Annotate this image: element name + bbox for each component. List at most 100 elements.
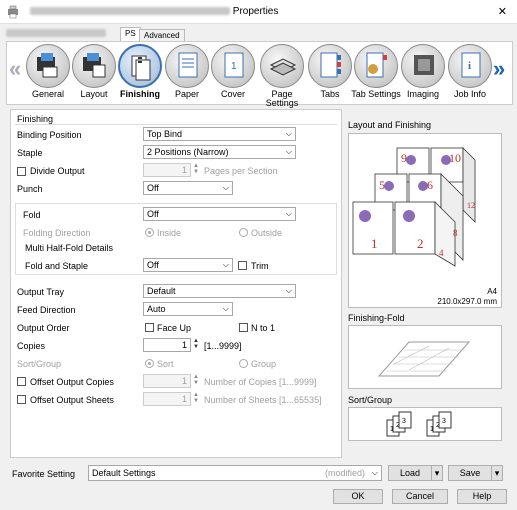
offset-copies-spinner[interactable]: 1 [143, 374, 191, 388]
chevron-down-icon: ⌵ [222, 183, 229, 192]
chevron-down-icon: ⌵ [285, 129, 292, 138]
punch-select[interactable]: Off ⌵ [143, 181, 233, 195]
inside-radio[interactable] [145, 228, 154, 237]
cover-icon: 1 [224, 52, 244, 78]
layout-icon [83, 53, 106, 78]
trim-checkbox[interactable] [238, 261, 247, 270]
save-dropdown-icon[interactable]: ▾ [491, 465, 503, 481]
cancel-button[interactable]: Cancel [392, 489, 448, 504]
toolbar-tabs[interactable]: Tabs [305, 44, 355, 104]
fold-select[interactable]: Off ⌵ [143, 207, 296, 221]
spinner-arrows-icon[interactable]: ▲ ▼ [192, 338, 200, 352]
favorite-setting-label: Favorite Setting [12, 469, 76, 479]
offset-copies-label: Offset Output Copies [30, 377, 114, 387]
toolbar-label: Tab Settings [351, 89, 401, 99]
load-dropdown-icon[interactable]: ▾ [431, 465, 443, 481]
tab-ps[interactable]: PS [120, 27, 141, 41]
punch-label: Punch [17, 184, 43, 194]
sort-page-number: 3 [402, 418, 406, 425]
toolbar-tab-settings[interactable]: Tab Settings [351, 44, 401, 104]
toolbar-layout[interactable]: Layout [69, 44, 119, 104]
close-button[interactable]: ✕ [498, 5, 507, 18]
toolbar-label: Job Info [453, 89, 487, 99]
sort-preview: 1 2 3 1 2 3 [348, 407, 502, 441]
sort-preview-image: 1 2 3 1 2 3 [386, 411, 452, 437]
feed-direction-label: Feed Direction [17, 305, 76, 315]
paper-dimensions: 210.0x297.0 mm [437, 297, 497, 306]
tab-printer-name[interactable] [6, 27, 116, 41]
paper-size: A4 [487, 287, 497, 296]
toolbar-label: Layout [80, 89, 108, 99]
load-button[interactable]: Load [388, 465, 432, 481]
page-number: 6 [427, 178, 433, 192]
chevron-down-icon: ⌵ [285, 286, 292, 295]
sort-radio[interactable] [145, 359, 154, 368]
toolbar-label: Paper [174, 89, 200, 99]
divide-output-checkbox[interactable] [17, 167, 26, 176]
toolbar-page-settings[interactable]: Page Settings [254, 44, 310, 108]
binding-position-select[interactable]: Top Bind ⌵ [143, 127, 296, 141]
face-up-checkbox[interactable] [145, 323, 154, 332]
general-icon [37, 53, 58, 78]
offset-sheets-spinner[interactable]: 1 [143, 392, 191, 406]
offset-sheets-checkbox[interactable] [17, 395, 26, 404]
save-button[interactable]: Save [448, 465, 492, 481]
page-number: 1 [371, 236, 378, 251]
finishing-panel: Finishing Binding Position Top Bind ⌵ Sta… [10, 109, 342, 458]
toolbar-finishing[interactable]: Finishing [115, 44, 165, 104]
layout-preview: 9 10 5 6 1 2 12 8 4 A4 210.0x297.0 mm [348, 133, 502, 308]
copies-spinner[interactable]: 1 [143, 338, 191, 352]
page-number: 5 [379, 178, 385, 192]
toolbar-job-info[interactable]: i Job Info [445, 44, 495, 104]
offset-copies-checkbox[interactable] [17, 377, 26, 386]
printer-name-redacted [30, 7, 230, 16]
help-button[interactable]: Help [457, 489, 507, 504]
tab-advanced[interactable]: Advanced [139, 29, 185, 41]
tab-settings-icon [366, 52, 387, 78]
printer-icon [8, 5, 18, 19]
fold-and-staple-select[interactable]: Off ⌵ [143, 258, 233, 272]
sort-page-number: 3 [442, 418, 446, 425]
divide-output-label: Divide Output [30, 166, 85, 176]
fold-and-staple-label: Fold and Staple [25, 261, 89, 271]
output-tray-label: Output Tray [17, 287, 65, 297]
finishing-icon [131, 55, 151, 81]
toolbar-cover[interactable]: 1 Cover [208, 44, 258, 104]
ok-button[interactable]: OK [333, 489, 383, 504]
toolbar-paper[interactable]: Paper [162, 44, 212, 104]
staple-label: Staple [17, 148, 43, 158]
group-radio[interactable] [239, 359, 248, 368]
toolbar-general[interactable]: General [23, 44, 73, 104]
window-title: Properties [232, 6, 279, 17]
toolbar-imaging[interactable]: Imaging [398, 44, 448, 104]
layout-preview-title: Layout and Finishing [348, 120, 432, 130]
copies-range: [1...9999] [204, 341, 242, 351]
toolbar-label: Imaging [406, 89, 440, 99]
divide-output-spinner[interactable]: 1 [143, 163, 191, 177]
favorite-setting-select[interactable]: Default Settings (modified) ⌵ [88, 465, 382, 481]
fold-preview [348, 325, 502, 389]
staple-select[interactable]: 2 Positions (Narrow) ⌵ [143, 145, 296, 159]
spinner-arrows-icon[interactable]: ▲ ▼ [192, 392, 200, 406]
sort-label: Sort [157, 359, 174, 369]
page-number: 4 [439, 248, 444, 258]
imaging-icon [414, 55, 434, 75]
output-tray-select[interactable]: Default ⌵ [143, 284, 296, 298]
page-number: 10 [449, 151, 461, 165]
chevron-down-icon: ⌵ [222, 304, 229, 313]
n-to-1-checkbox[interactable] [239, 323, 248, 332]
section-title: Finishing [17, 114, 54, 124]
feed-direction-select[interactable]: Auto ⌵ [143, 302, 233, 316]
outside-radio[interactable] [239, 228, 248, 237]
scroll-left-icon[interactable]: « [9, 56, 21, 82]
chevron-down-icon: ⌵ [371, 468, 378, 477]
offset-copies-unit: Number of Copies [1...9999] [204, 377, 317, 387]
title-bar: Properties ✕ [0, 0, 517, 24]
page-number: 9 [401, 151, 407, 165]
toolbar-label: Page Settings [265, 89, 299, 108]
finishing-fold-title: Finishing-Fold [348, 313, 405, 323]
spinner-arrows-icon[interactable]: ▲ ▼ [192, 374, 200, 388]
spinner-arrows-icon[interactable]: ▲ ▼ [192, 163, 200, 177]
chevron-down-icon: ⌵ [285, 209, 292, 218]
page-settings-icon [269, 58, 297, 76]
